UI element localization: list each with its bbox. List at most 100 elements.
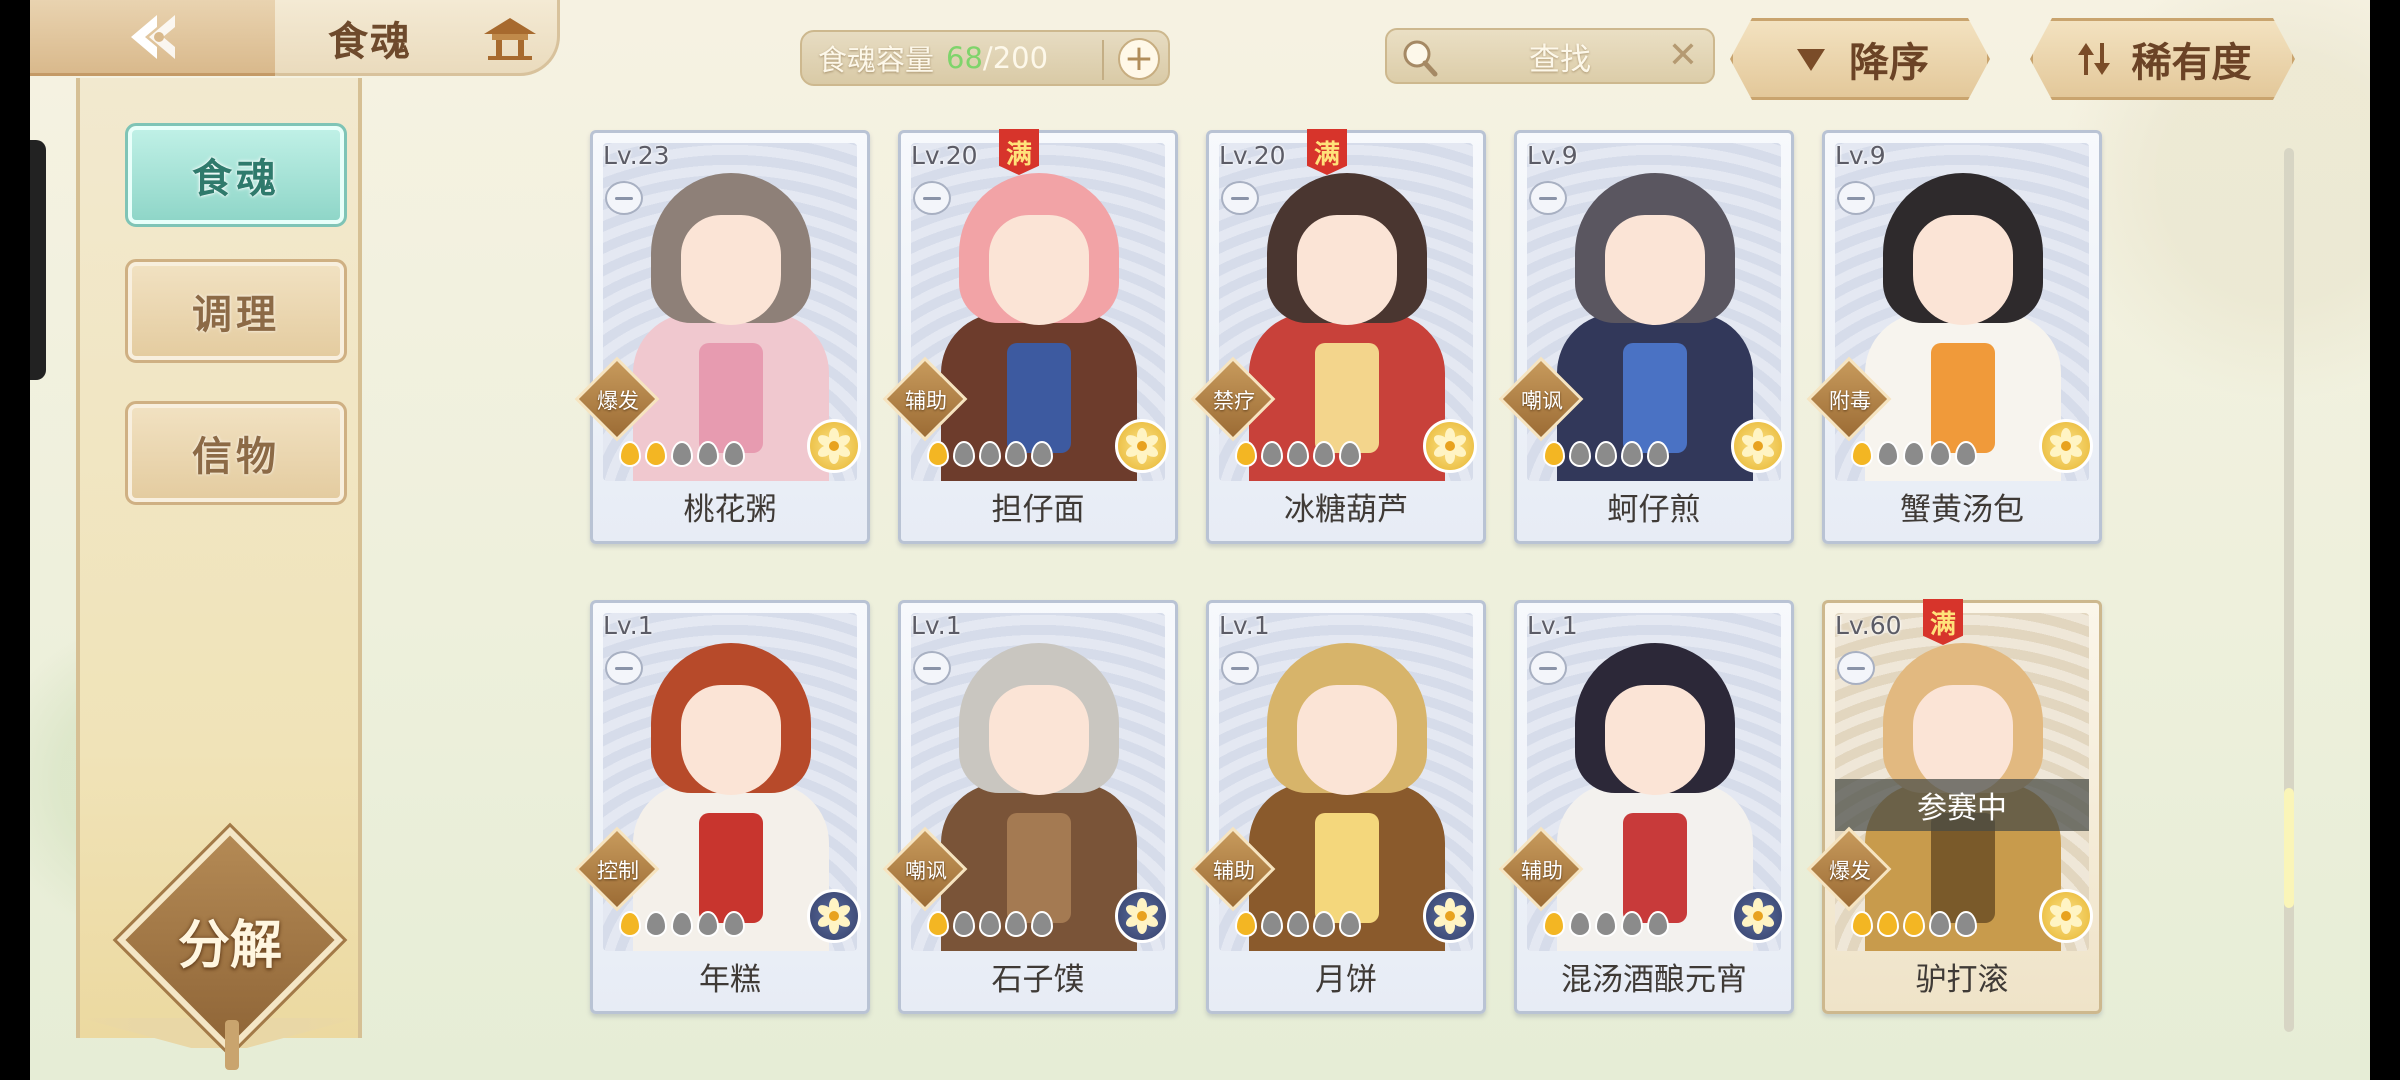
- rarity-badge: [1423, 419, 1477, 473]
- rarity-badge: [2039, 419, 2093, 473]
- game-screen: 食魂 食魂容量 68 /200 + 查找 ✕ 降序 稀有度 食魂 调理 信物 分…: [30, 0, 2370, 1080]
- dish-icon: [1837, 181, 1875, 215]
- flower-rarity-icon: [1741, 898, 1775, 934]
- sidebar-item-conditioning[interactable]: 调理: [125, 259, 347, 363]
- status-overlay: 参赛中: [1835, 779, 2089, 831]
- back-button[interactable]: [30, 0, 275, 76]
- capacity-max: /200: [982, 41, 1049, 75]
- rarity-badge: [1115, 889, 1169, 943]
- flame-icon: [645, 441, 667, 467]
- flame-icon: [1569, 441, 1591, 467]
- level-label: Lv.1: [911, 611, 962, 640]
- decompose-tassel: [225, 1020, 239, 1070]
- card-name: 桃花粥: [683, 491, 777, 528]
- level-label: Lv.9: [1835, 141, 1886, 170]
- flame-icon: [1287, 441, 1309, 467]
- flower-rarity-icon: [1125, 898, 1159, 934]
- max-badge: 满: [999, 129, 1039, 175]
- sort-order-button[interactable]: 降序: [1730, 18, 1990, 100]
- card-name: 蟹黄汤包: [1900, 491, 2024, 528]
- home-pavilion-icon[interactable]: [480, 14, 540, 62]
- food-soul-card[interactable]: Lv.1 辅助 月饼: [1190, 600, 1486, 1014]
- search-label: 查找: [1529, 41, 1591, 78]
- flame-icon: [927, 911, 949, 937]
- capacity-label: 食魂容量: [818, 43, 935, 77]
- role-label: 控制: [597, 859, 639, 883]
- flower-rarity-icon: [817, 898, 851, 934]
- flame-icon: [1313, 911, 1335, 937]
- flame-icon: [1929, 911, 1951, 937]
- rarity-badge: [807, 889, 861, 943]
- food-soul-card[interactable]: Lv.60 满 参赛中 爆发 驴打滚: [1806, 599, 2102, 1014]
- flower-rarity-icon: [2049, 428, 2083, 464]
- food-soul-card[interactable]: Lv.23 爆发 桃花粥: [574, 130, 870, 544]
- flame-icon: [1877, 441, 1899, 467]
- search-box[interactable]: 查找 ✕: [1385, 28, 1715, 84]
- level-label: Lv.1: [1527, 611, 1578, 640]
- card-name: 年糕: [699, 961, 761, 998]
- star-flames: [1851, 911, 1977, 939]
- dish-icon: [605, 651, 643, 685]
- role-label: 辅助: [905, 389, 947, 413]
- food-soul-card[interactable]: Lv.9 嘲讽 蚵仔煎: [1498, 130, 1794, 544]
- capacity-add-button[interactable]: +: [1118, 38, 1160, 80]
- flame-icon: [1235, 441, 1257, 467]
- flame-icon: [1851, 911, 1873, 937]
- flower-rarity-icon: [2049, 898, 2083, 934]
- food-soul-card[interactable]: Lv.9 附毒 蟹黄汤包: [1806, 130, 2102, 544]
- flame-icon: [1005, 441, 1027, 467]
- rarity-badge: [1731, 419, 1785, 473]
- flame-icon: [723, 911, 745, 937]
- flame-icon: [1339, 911, 1361, 937]
- flower-rarity-icon: [1433, 898, 1467, 934]
- flower-rarity-icon: [1741, 428, 1775, 464]
- flame-icon: [619, 441, 641, 467]
- flame-icon: [1595, 911, 1617, 937]
- flame-icon: [619, 911, 641, 937]
- sort-order-label: 降序: [1849, 40, 1929, 86]
- sort-key-button[interactable]: 稀有度: [2030, 18, 2295, 100]
- food-soul-card[interactable]: Lv.1 嘲讽 石子馍: [882, 600, 1178, 1014]
- food-soul-card[interactable]: Lv.20 满 禁疗 冰糖葫芦: [1190, 129, 1486, 544]
- dish-icon: [1529, 651, 1567, 685]
- card-name: 蚵仔煎: [1607, 491, 1701, 528]
- flame-icon: [1235, 911, 1257, 937]
- rarity-badge: [1115, 419, 1169, 473]
- scrollbar[interactable]: [2284, 148, 2294, 1032]
- flame-icon: [953, 911, 975, 937]
- close-icon[interactable]: ✕: [1665, 38, 1701, 74]
- flame-icon: [979, 441, 1001, 467]
- portrait-face: [1913, 215, 2013, 325]
- portrait-accent: [1623, 813, 1687, 923]
- flame-icon: [1031, 911, 1053, 937]
- card-name: 月饼: [1315, 961, 1377, 998]
- triangle-down-icon: [1791, 39, 1831, 79]
- dish-icon: [605, 181, 643, 215]
- food-soul-card[interactable]: Lv.20 满 辅助 担仔面: [882, 129, 1178, 544]
- sort-arrows-icon: [2074, 39, 2114, 79]
- portrait-accent: [1315, 343, 1379, 453]
- level-label: Lv.1: [1219, 611, 1270, 640]
- flame-icon: [1955, 441, 1977, 467]
- flame-icon: [1261, 441, 1283, 467]
- portrait-face: [1605, 215, 1705, 325]
- sidebar-item-food-souls[interactable]: 食魂: [125, 123, 347, 227]
- card-name: 石子馍: [991, 961, 1085, 998]
- flame-icon: [1543, 441, 1565, 467]
- flame-icon: [723, 441, 745, 467]
- portrait-face: [1297, 215, 1397, 325]
- food-soul-card[interactable]: Lv.1 控制 年糕: [574, 600, 870, 1014]
- role-label: 嘲讽: [905, 859, 947, 883]
- scroll-thumb[interactable]: [2284, 788, 2294, 908]
- dish-icon: [1529, 181, 1567, 215]
- role-label: 爆发: [1829, 859, 1871, 883]
- flame-icon: [1287, 911, 1309, 937]
- decompose-label[interactable]: 分解: [130, 900, 330, 980]
- level-label: Lv.1: [603, 611, 654, 640]
- role-label: 爆发: [597, 389, 639, 413]
- sidebar-item-tokens[interactable]: 信物: [125, 401, 347, 505]
- role-label: 嘲讽: [1521, 389, 1563, 413]
- flame-icon: [1903, 911, 1925, 937]
- food-soul-card[interactable]: Lv.1 辅助 混汤酒酿元宵: [1498, 600, 1794, 1014]
- flame-icon: [1621, 911, 1643, 937]
